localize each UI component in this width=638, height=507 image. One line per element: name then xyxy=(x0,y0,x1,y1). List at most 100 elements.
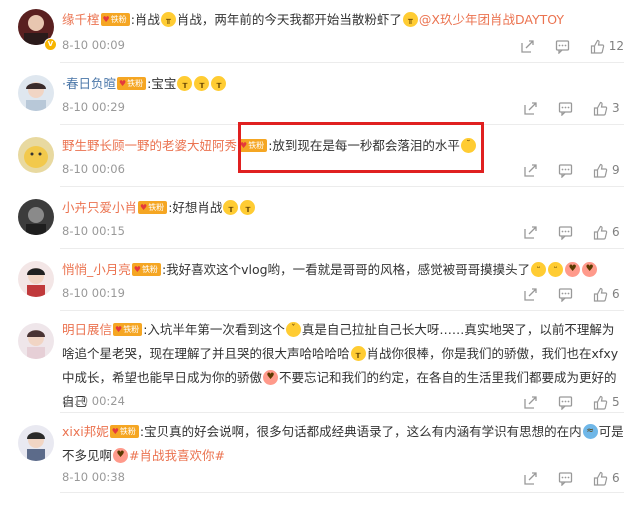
timestamp: 8-10 00:15 xyxy=(62,224,125,238)
comment-feed: V 缘千榁铁粉:肖战肖战，两年前的今天我都开始当散粉虾了@X玖少年团肖战DAYT… xyxy=(0,0,638,507)
avatar[interactable] xyxy=(18,261,54,297)
divider xyxy=(60,62,624,63)
like-icon[interactable] xyxy=(593,395,608,410)
divider xyxy=(60,248,624,249)
mention-link[interactable]: @X玖少年团肖战DAYTOY xyxy=(419,12,564,27)
like-count: 9 xyxy=(612,163,620,177)
comment-actions: 9 xyxy=(503,161,624,179)
like-icon[interactable] xyxy=(593,287,608,302)
like-count: 6 xyxy=(612,287,620,301)
love-emoji-icon: ♥ xyxy=(582,262,598,277)
like-icon[interactable] xyxy=(590,39,605,54)
comment-icon[interactable] xyxy=(558,225,573,240)
fan-badge: 铁粉 xyxy=(116,77,147,90)
like-count: 5 xyxy=(612,395,620,409)
comment-content: :宝贝真的好会说啊，很多句话都成经典语录了，这么有内涵有学识有思想的在内 xyxy=(139,424,582,439)
timestamp: 8-10 00:38 xyxy=(62,470,125,484)
username[interactable]: ·春日负暄 xyxy=(62,76,116,91)
crying-emoji-icon xyxy=(402,12,418,27)
share-icon[interactable] xyxy=(523,471,538,486)
comment-actions: 6 xyxy=(503,223,624,241)
timestamp: 8-10 00:29 xyxy=(62,100,125,114)
comment-actions: 3 xyxy=(503,99,624,117)
comment-icon[interactable] xyxy=(555,39,570,54)
comment-content: :我好喜欢这个vlog哟，一看就是哥哥的风格，感觉被哥哥摸摸头了 xyxy=(161,262,531,277)
comment-icon[interactable] xyxy=(558,395,573,410)
fan-badge: 铁粉 xyxy=(109,425,139,438)
avatar[interactable] xyxy=(18,199,54,235)
comment-item-partial xyxy=(0,492,638,507)
like-icon[interactable] xyxy=(593,101,608,116)
share-icon[interactable] xyxy=(523,163,538,178)
love-emoji-icon: ♥ xyxy=(263,370,279,385)
divider xyxy=(60,412,624,413)
like-icon[interactable] xyxy=(593,163,608,178)
avatar[interactable] xyxy=(18,137,54,173)
crying-emoji-icon xyxy=(223,200,239,215)
comment-content: :好想肖战 xyxy=(168,200,223,215)
username[interactable]: 缘千榁 xyxy=(62,12,100,27)
fish-emoji-icon: ≈ xyxy=(582,424,598,439)
share-icon[interactable] xyxy=(523,287,538,302)
share-icon[interactable] xyxy=(523,395,538,410)
fan-badge: 铁粉 xyxy=(100,13,130,26)
comment-text: 小卉只爱小肖铁粉:好想肖战 xyxy=(62,196,624,220)
fan-badge: 铁粉 xyxy=(113,323,143,336)
share-icon[interactable] xyxy=(520,39,535,54)
comment-icon[interactable] xyxy=(558,163,573,178)
username[interactable]: 小卉只爱小肖 xyxy=(62,200,137,215)
comment-text: ·春日负暄铁粉:宝宝 xyxy=(62,72,624,96)
like-count: 3 xyxy=(612,101,620,115)
fan-badge: 铁粉 xyxy=(138,201,168,214)
like-count: 12 xyxy=(608,39,624,53)
comment-content: :肖战 xyxy=(130,12,160,27)
like-icon[interactable] xyxy=(593,225,608,240)
fan-badge: 铁粉 xyxy=(131,263,161,276)
username[interactable]: 悄悄_小月亮 xyxy=(62,262,131,277)
comment-actions: 5 xyxy=(503,393,624,411)
crying-emoji-icon xyxy=(160,12,176,27)
crying-emoji-icon xyxy=(177,76,193,91)
avatar[interactable] xyxy=(18,323,54,359)
crying-emoji-icon xyxy=(211,76,227,91)
comment-content: :入坑半年第一次看到这个 xyxy=(143,322,285,337)
divider xyxy=(60,186,624,187)
highlight-box xyxy=(238,122,484,173)
smile-emoji-icon: ᵕ xyxy=(531,262,547,277)
avatar[interactable] xyxy=(18,425,54,461)
username[interactable]: xixi邦妮 xyxy=(62,424,109,439)
like-icon[interactable] xyxy=(593,471,608,486)
timestamp: 8-10 00:24 xyxy=(62,394,125,408)
share-icon[interactable] xyxy=(523,225,538,240)
comment-actions: 6 xyxy=(503,285,624,303)
hashtag-link[interactable]: #肖战我喜欢你# xyxy=(129,448,225,463)
comment-icon[interactable] xyxy=(558,101,573,116)
avatar[interactable] xyxy=(18,75,54,111)
username[interactable]: 野生野长顾一野的老婆大妞阿秀 xyxy=(62,138,237,153)
laugh-cry-emoji-icon: ˇ xyxy=(285,322,301,337)
crying-emoji-icon xyxy=(350,346,366,361)
crying-emoji-icon xyxy=(240,200,256,215)
comment-content: :宝宝 xyxy=(147,76,177,91)
like-count: 6 xyxy=(612,471,620,485)
verified-badge-icon: V xyxy=(44,38,57,51)
smile-emoji-icon: ᵕ xyxy=(548,262,564,277)
divider xyxy=(60,492,624,493)
comment-actions: 12 xyxy=(500,37,624,55)
crying-emoji-icon xyxy=(194,76,210,91)
timestamp: 8-10 00:09 xyxy=(62,38,125,52)
share-icon[interactable] xyxy=(523,101,538,116)
like-count: 6 xyxy=(612,225,620,239)
timestamp: 8-10 00:19 xyxy=(62,286,125,300)
comment-actions: 6 xyxy=(503,469,624,487)
comment-text: 缘千榁铁粉:肖战 肖战，两年前的今天我都开始当散粉虾了 @X玖少年团肖战DAYTOY xyxy=(62,8,624,32)
love-emoji-icon: ♥ xyxy=(113,448,129,463)
comment-content: 肖战，两年前的今天我都开始当散粉虾了 xyxy=(176,12,402,27)
comment-text: xixi邦妮铁粉:宝贝真的好会说啊，很多句话都成经典语录了，这么有内涵有学识有思… xyxy=(62,420,624,468)
timestamp: 8-10 00:06 xyxy=(62,162,125,176)
username[interactable]: 明日展信 xyxy=(62,322,112,337)
comment-icon[interactable] xyxy=(558,471,573,486)
love-emoji-icon: ♥ xyxy=(565,262,581,277)
comment-icon[interactable] xyxy=(558,287,573,302)
comment-text: 悄悄_小月亮铁粉:我好喜欢这个vlog哟，一看就是哥哥的风格，感觉被哥哥摸摸头了… xyxy=(62,258,624,282)
